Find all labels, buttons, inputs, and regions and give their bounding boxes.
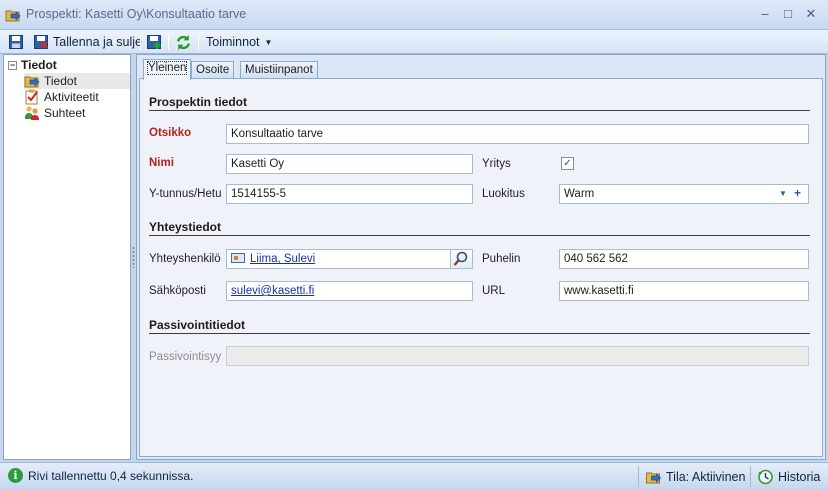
email-label: Sähköposti [149,285,206,297]
collapse-icon[interactable]: − [8,60,17,70]
section-heading-passivation: Passivointitiedot [149,318,246,332]
passivation-reason-field [226,346,809,366]
status-bar: i Rivi tallennettu 0,4 sekunnissa. Tila:… [0,462,828,489]
actions-menu-label: Toiminnot [206,35,260,49]
passivation-reason-label: Passivointisyy [149,351,222,363]
contact-person-link[interactable]: Liima, Sulevi [250,253,315,265]
prospect-folder-icon [5,10,21,22]
relations-people-icon [25,106,39,120]
toolbar-separator [168,34,169,50]
chevron-down-icon[interactable]: ▼ [779,189,787,198]
title-bar: Prospekti: Kasetti Oy\Konsultaatio tarve… [0,0,828,30]
save-and-close-label: Tallenna ja sulje [53,35,142,49]
tab-label: Osoite [196,64,230,76]
info-icon: i [8,468,23,483]
chevron-down-icon: ▼ [264,37,273,47]
window-title: Prospekti: Kasetti Oy\Konsultaatio tarve [26,7,247,21]
title-label: Otsikko [149,127,192,139]
tree-item-label: Tiedot [44,74,77,88]
tab-label: Yleinen [146,61,188,75]
toolbar-separator [198,34,199,50]
business-id-field[interactable]: 1514155-5 [226,184,473,204]
prospect-folder-icon [646,472,661,483]
save-and-close-button[interactable]: Tallenna ja sulje [33,32,142,52]
tree-item-aktiviteetit[interactable]: Aktiviteetit [24,89,130,105]
maximize-button[interactable]: □ [777,5,799,23]
section-divider [149,235,810,236]
classification-dropdown[interactable]: Warm ▼ + [559,184,809,204]
prospect-folder-icon [24,76,40,88]
history-clock-icon [758,469,773,484]
minimize-button[interactable]: – [754,5,776,23]
tree-item-label: Suhteet [44,106,86,120]
classification-value: Warm [564,188,595,200]
classification-label: Luokitus [482,188,525,200]
actions-menu-button[interactable]: Toiminnot ▼ [206,32,272,52]
save-and-new-button[interactable] [146,32,162,52]
title-field[interactable]: Konsultaatio tarve [226,124,809,144]
tab-yleinen[interactable]: Yleinen [143,59,192,80]
state-button[interactable]: Tila: Aktiivinen [638,466,745,487]
activity-checklist-icon [25,89,38,105]
tree-item-tiedot[interactable]: Tiedot [24,73,130,89]
tab-muistiinpanot[interactable]: Muistiinpanot [240,61,318,79]
name-label: Nimi [149,157,174,169]
save-new-icon [147,35,161,49]
panel-splitter[interactable] [132,246,135,268]
refresh-icon [177,34,190,50]
url-label: URL [482,285,506,297]
tree-root-label: Tiedot [21,58,57,72]
close-button[interactable]: ✕ [800,5,822,23]
save-icon [9,35,23,49]
section-heading-prospect: Prospektin tiedot [149,95,248,109]
history-button[interactable]: Historia [750,466,820,487]
detail-panel: Yleinen Osoite Muistiinpanot Prospektin … [136,54,826,460]
name-field[interactable]: Kasetti Oy [226,154,473,174]
tree-root-tiedot[interactable]: − Tiedot [8,58,57,72]
contact-person-label: Yhteyshenkilö [149,253,221,265]
company-label: Yritys [482,158,511,170]
email-field[interactable]: sulevi@kasetti.fi [226,281,473,301]
status-message-text: Rivi tallennettu 0,4 sekunnissa. [28,468,194,483]
company-checkbox[interactable]: ✓ [561,157,574,170]
lookup-button[interactable] [450,250,472,268]
magnifier-icon [453,251,468,266]
add-icon[interactable]: + [794,186,801,200]
email-link[interactable]: sulevi@kasetti.fi [231,285,314,297]
phone-field[interactable]: 040 562 562 [559,249,809,269]
refresh-button[interactable] [175,32,192,52]
save-close-icon [34,35,48,49]
section-divider [149,333,810,334]
tab-label: Muistiinpanot [245,64,313,76]
section-divider [149,110,810,111]
tab-content-yleinen: Prospektin tiedot Otsikko Konsultaatio t… [139,78,823,457]
save-button[interactable] [8,32,24,52]
status-message: i Rivi tallennettu 0,4 sekunnissa. [8,468,193,483]
tab-osoite[interactable]: Osoite [191,61,235,79]
history-label: Historia [778,469,821,484]
tree-item-label: Aktiviteetit [44,90,99,104]
business-id-label: Y-tunnus/Hetu [149,188,222,200]
toolbar: Tallenna ja sulje Toiminnot ▼ [0,30,828,54]
contact-person-field[interactable]: Liima, Sulevi [226,249,473,269]
navigation-tree: − Tiedot Tiedot Aktiviteetit Suhteet [3,54,131,460]
state-label: Tila: Aktiivinen [666,469,746,484]
toolbar-separator [140,34,141,50]
section-heading-contact: Yhteystiedot [149,220,222,234]
contact-card-icon [231,253,245,263]
url-field[interactable]: www.kasetti.fi [559,281,809,301]
phone-label: Puhelin [482,253,521,265]
tree-item-suhteet[interactable]: Suhteet [24,105,130,121]
